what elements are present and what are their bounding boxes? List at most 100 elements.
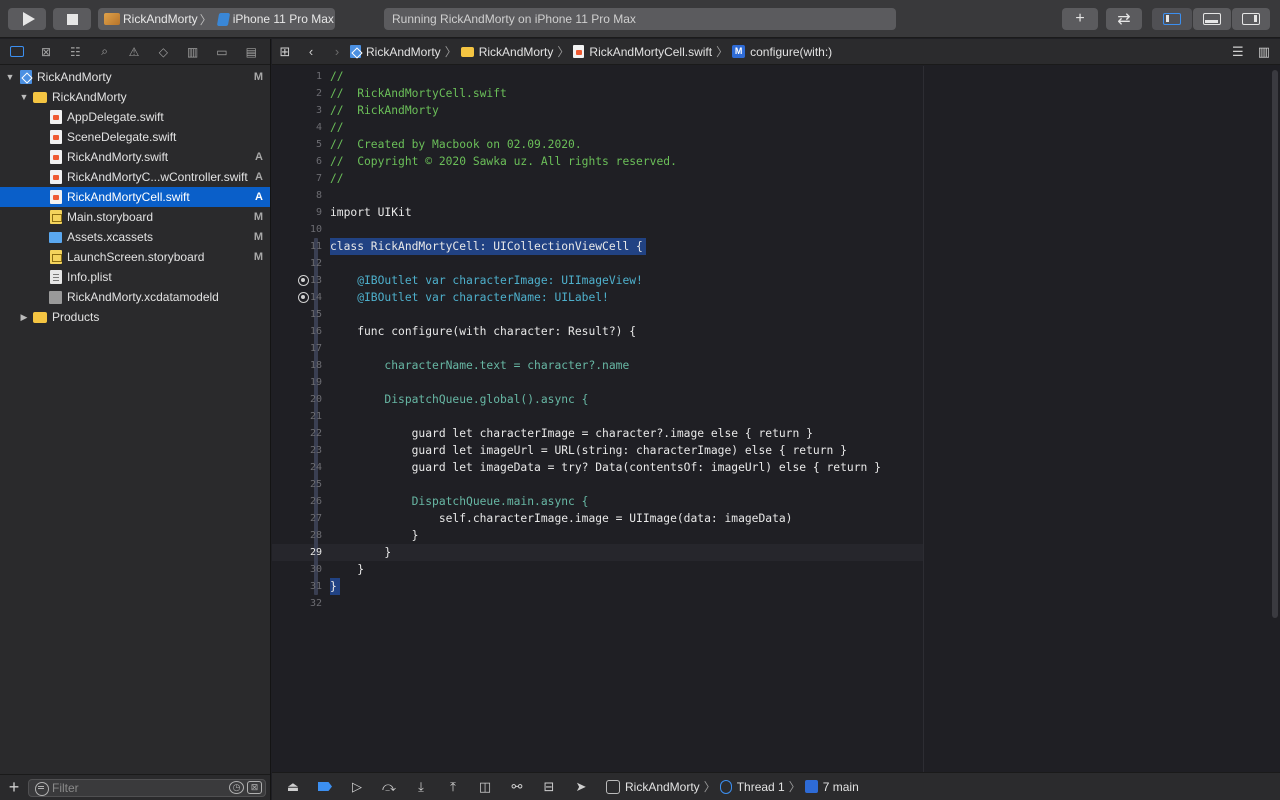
continue-button[interactable]: ▷ [344, 778, 370, 796]
add-file-button[interactable]: + [0, 777, 28, 798]
tab-debug-navigator[interactable]: ▥ [182, 41, 203, 63]
disclosure-open-icon: ▼ [19, 92, 29, 102]
breadcrumb-method[interactable]: M configure(with:) [732, 45, 832, 59]
breakpoint-tag-icon: ▭ [216, 44, 228, 59]
library-button[interactable]: + [1062, 8, 1098, 30]
line-number: 13 [309, 275, 322, 286]
step-out-button[interactable]: ⤒ [440, 778, 466, 796]
run-button[interactable] [8, 8, 46, 30]
swift-file-icon [50, 110, 62, 124]
toggle-inspector-button[interactable] [1232, 8, 1270, 30]
line-number: 26 [309, 496, 322, 507]
line-number-gutter[interactable]: 1 2 3 4 5 6 7 8 9 10 11 12 13 14 15 16 1… [272, 66, 322, 772]
tab-symbol-navigator[interactable]: ☷ [65, 41, 86, 63]
search-icon: ⌕ [101, 44, 109, 58]
app-scheme-icon [104, 13, 120, 25]
tab-project-navigator[interactable] [6, 41, 27, 63]
tree-item-file[interactable]: Assets.xcassets M [0, 227, 270, 247]
tab-find-navigator[interactable]: ⌕ [94, 41, 115, 63]
line-number: 17 [309, 343, 322, 354]
tab-issue-navigator[interactable]: ⚠ [123, 41, 144, 63]
debug-frame-crumb[interactable]: 7 main [804, 779, 859, 794]
swift-file-icon [50, 130, 62, 144]
tree-item-group[interactable]: ▶ Products [0, 307, 270, 327]
code-line: // Copyright © 2020 Sawka uz. All rights… [330, 155, 677, 168]
forward-chevron-icon[interactable]: › [324, 44, 350, 59]
code-line: @IBOutlet var characterName: UILabel! [330, 291, 609, 304]
code-line: guard let imageData = try? Data(contents… [330, 461, 881, 474]
memory-graph-button[interactable]: ⚯ [504, 778, 530, 796]
tree-item-file[interactable]: RickAndMortyC...wController.swift A [0, 167, 270, 187]
line-number: 27 [309, 513, 322, 524]
stack-frame-icon [804, 780, 818, 793]
breakpoints-toggle-button[interactable] [312, 778, 338, 796]
view-hierarchy-button[interactable]: ◫ [472, 778, 498, 796]
tab-breakpoint-navigator[interactable]: ▭ [211, 41, 232, 63]
tree-item-label: RickAndMorty [37, 70, 112, 84]
minimap-divider [923, 66, 924, 772]
code-line: DispatchQueue.main.async { [330, 495, 589, 508]
plist-file-icon [50, 270, 62, 284]
code-text[interactable]: // // RickAndMortyCell.swift // RickAndM… [330, 66, 881, 595]
toggle-navigator-button[interactable] [1152, 8, 1192, 30]
code-line: } [330, 529, 419, 542]
chevron-right-icon: 〉 [199, 12, 212, 27]
recent-files-clock-icon[interactable]: ◷ [229, 781, 244, 794]
source-editor[interactable]: 1 2 3 4 5 6 7 8 9 10 11 12 13 14 15 16 1… [272, 66, 1280, 772]
tab-report-navigator[interactable]: ▤ [241, 41, 262, 63]
code-review-button[interactable]: ⇄ [1106, 8, 1142, 30]
breadcrumb-project[interactable]: RickAndMorty [350, 45, 441, 59]
simulate-location-button[interactable]: ➤ [568, 778, 594, 796]
tree-item-file[interactable]: SceneDelegate.swift [0, 127, 270, 147]
breadcrumb-label: RickAndMortyCell.swift [589, 44, 713, 59]
step-into-button[interactable]: ⤓ [408, 778, 434, 796]
debug-process-crumb[interactable]: RickAndMorty [606, 779, 700, 794]
tree-item-file[interactable]: AppDelegate.swift [0, 107, 270, 127]
navigator-footer: + ◷ ⊠ [0, 774, 270, 800]
code-line: // RickAndMorty [330, 104, 439, 117]
iphone-device-icon [216, 12, 230, 26]
line-number: 20 [309, 394, 322, 405]
scheme-selector[interactable]: RickAndMorty 〉 iPhone 11 Pro Max [98, 8, 335, 30]
tree-item-group[interactable]: ▼ RickAndMorty [0, 87, 270, 107]
related-items-grid-icon[interactable]: ⊞ [272, 44, 298, 60]
tree-item-file[interactable]: RickAndMorty.xcdatamodeld [0, 287, 270, 307]
project-icon [350, 45, 361, 58]
toggle-debug-area-button[interactable] [1193, 8, 1231, 30]
scheme-device-name: iPhone 11 Pro Max [232, 12, 334, 26]
line-number: 5 [315, 139, 322, 150]
vertical-scrollbar[interactable] [1272, 70, 1278, 618]
tree-item-file-selected[interactable]: RickAndMortyCell.swift A [0, 187, 270, 207]
breadcrumb-label: RickAndMorty [366, 44, 441, 59]
step-over-button[interactable]: ⤼ [376, 778, 402, 796]
debug-frame-label: 7 main [822, 779, 859, 794]
editor-options-icon[interactable]: ☰ [1232, 44, 1244, 60]
source-control-filter-icon[interactable]: ⊠ [247, 781, 262, 794]
status-badge: A [255, 151, 263, 163]
tree-item-file[interactable]: RickAndMorty.swift A [0, 147, 270, 167]
tree-item-file[interactable]: Main.storyboard M [0, 207, 270, 227]
debug-thread-crumb[interactable]: Thread 1 [719, 779, 785, 794]
breadcrumb-file[interactable]: RickAndMortyCell.swift [573, 45, 712, 59]
filter-input[interactable] [52, 780, 229, 795]
stop-button[interactable] [53, 8, 91, 30]
plus-icon: + [8, 777, 20, 797]
code-line: characterName.text = character?.name [330, 359, 630, 372]
breadcrumb-group[interactable]: RickAndMorty [460, 44, 554, 59]
line-number: 25 [309, 479, 322, 490]
environment-overrides-button[interactable]: ⊟ [536, 778, 562, 796]
breadcrumb-label: RickAndMorty [478, 44, 554, 59]
filter-field[interactable]: ◷ ⊠ [28, 778, 266, 797]
tab-test-navigator[interactable]: ◇ [153, 41, 174, 63]
hide-debug-area-button[interactable]: ⏏ [280, 778, 306, 796]
line-number: 1 [315, 71, 322, 82]
tab-source-control[interactable]: ⊠ [35, 41, 56, 63]
editor-options: ☰ ▥ [1232, 44, 1270, 60]
tree-item-file[interactable]: LaunchScreen.storyboard M [0, 247, 270, 267]
scheme-app-name: RickAndMorty [123, 12, 198, 26]
split-editor-icon[interactable]: ▥ [1258, 44, 1270, 60]
back-chevron-icon[interactable]: ‹ [298, 44, 324, 59]
tree-item-file[interactable]: Info.plist [0, 267, 270, 287]
tree-item-project[interactable]: ▼ RickAndMorty M [0, 67, 270, 87]
line-number: 6 [315, 156, 322, 167]
